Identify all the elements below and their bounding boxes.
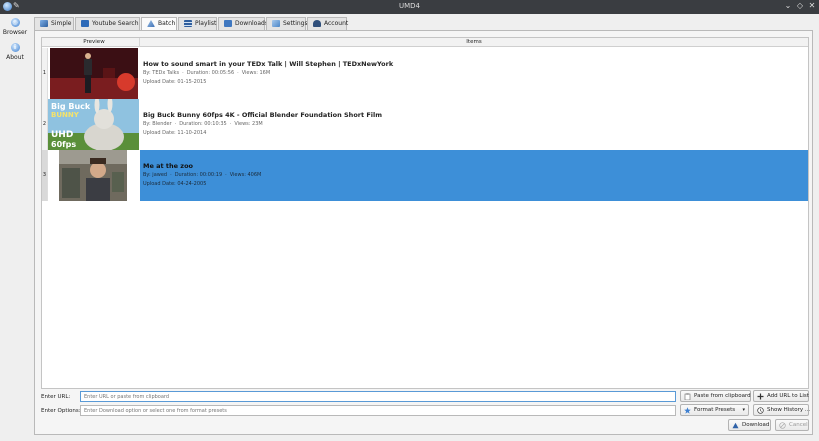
upload-date: Upload Date: 04-24-2005 [143,181,207,187]
ted-talk-thumbnail [48,48,139,99]
close-icon[interactable]: ✕ [807,1,817,10]
items-column-header[interactable]: Items [140,38,808,47]
add-url-button-label: Add URL to List [767,393,809,399]
cancel-icon [779,422,786,429]
history-icon [757,407,764,414]
options-input[interactable] [80,405,676,416]
video-views: Views: 16M [241,70,271,76]
maximize-icon[interactable]: ◇ [795,1,805,10]
tab-playlist[interactable]: Playlist [178,17,217,30]
account-icon [313,20,321,27]
tab-youtube-search[interactable]: Youtube Search [75,17,140,30]
download-button[interactable]: Download [728,419,771,431]
title-bar: ✎ UMD4 ⌄ ◇ ✕ [0,0,819,14]
thumb-text-uhd: UHD [51,130,73,140]
row-info: Big Buck Bunny 60fps 4K - Official Blend… [140,99,808,150]
nav-about-label: About [6,54,24,61]
video-title: Big Buck Bunny 60fps 4K - Official Blend… [143,111,383,119]
format-presets-label: Format Presets [694,407,736,413]
tab-downloads[interactable]: Downloads [218,17,268,30]
nav-browser[interactable]: ◎ Browser [0,18,30,36]
batch-icon [147,20,155,27]
video-title: Me at the zoo [143,162,194,170]
minimize-icon[interactable]: ⌄ [783,1,793,10]
video-views: Views: 406M [229,172,262,178]
browser-icon: ◎ [10,18,20,27]
download-icon [732,422,739,429]
clipboard-icon [684,393,691,400]
upload-date: Upload Date: 11-10-2014 [143,130,207,136]
info-icon: i [10,43,20,52]
tab-account[interactable]: Account [307,17,349,30]
show-history-button[interactable]: Show History ... [753,404,811,416]
left-navigation: ◎ Browser i About [0,14,30,441]
tab-account-label: Account [324,20,349,27]
table-header: Preview Items [42,38,808,47]
tab-playlist-label: Playlist [195,20,217,27]
big-buck-bunny-thumbnail: Big Buck BUNNY UHD 60fps [48,99,139,150]
thumb-text-big-buck: Big Buck [51,102,91,111]
video-meta: By: Blender · Duration: 00:10:35 · Views: 23… [143,121,263,127]
video-title: How to sound smart in your TEDx Talk | W… [143,60,394,68]
batch-table: Preview Items 1 How to sound smart in yo… [41,37,809,389]
tab-simple[interactable]: Simple [34,17,74,30]
cancel-button[interactable]: Cancel [775,419,809,431]
tab-downloads-label: Downloads [235,20,268,27]
downloads-icon [224,20,232,27]
tab-settings-label: Settings [283,20,308,27]
table-row[interactable]: 2 Big Buck BUNNY UHD 60fps Big Buck Bunn… [42,99,808,150]
video-duration: Duration: 00:00:19 [174,172,223,178]
video-author: By: Blender [143,121,172,127]
video-duration: Duration: 00:10:35 [179,121,227,127]
options-label: Enter Options: [41,408,81,414]
add-url-button[interactable]: Add URL to List [753,390,809,402]
table-row[interactable]: 1 How to sound smart in your TEDx Talk |… [42,48,808,99]
url-label: Enter URL: [41,394,71,400]
format-presets-dropdown[interactable]: Format Presets ▾ [680,404,749,416]
video-meta: By: TEDx Talks · Duration: 00:05:56 · Views:… [143,70,271,76]
row-info: How to sound smart in your TEDx Talk | W… [140,48,808,99]
chevron-down-icon: ▾ [742,407,745,413]
window-title: UMD4 [398,2,420,10]
tab-simple-label: Simple [51,20,72,27]
url-input[interactable] [80,391,676,402]
nav-browser-label: Browser [2,29,28,36]
video-meta: By: jawed · Duration: 00:00:19 · Views: 406M [143,172,262,178]
tab-batch[interactable]: Batch [141,17,177,31]
upload-date: Upload Date: 01-15-2015 [143,79,207,85]
tab-settings[interactable]: Settings [266,17,308,30]
tab-batch-label: Batch [158,20,176,27]
cancel-button-label: Cancel [789,422,808,428]
batch-panel: Preview Items 1 How to sound smart in yo… [34,30,813,435]
thumb-text-fps: 60fps [51,140,76,149]
youtube-icon [81,20,89,27]
paste-from-clipboard-button[interactable]: Paste from clipboard [680,390,751,402]
table-row-selected[interactable]: 3 Me at the zoo By: jawed · Duration: 00:0… [42,150,808,201]
tab-youtube-search-label: Youtube Search [92,20,139,27]
video-views: Views: 23M [234,121,263,127]
video-duration: Duration: 00:05:56 [186,70,235,76]
video-author: By: TEDx Talks [143,70,180,76]
row-info: Me at the zoo By: jawed · Duration: 00:00:… [140,150,808,201]
video-author: By: jawed [143,172,168,178]
download-button-label: Download [742,422,770,428]
thumb-text-bunny: BUNNY [51,111,80,119]
nav-about[interactable]: i About [0,43,30,61]
show-history-label: Show History ... [767,407,811,413]
add-icon [757,393,764,400]
me-at-the-zoo-thumbnail [48,150,139,201]
star-icon [684,407,691,414]
preview-column-header[interactable]: Preview [49,38,140,47]
settings-icon [272,20,280,27]
simple-icon [40,20,48,27]
playlist-icon [184,20,192,27]
paste-button-label: Paste from clipboard [694,393,751,399]
